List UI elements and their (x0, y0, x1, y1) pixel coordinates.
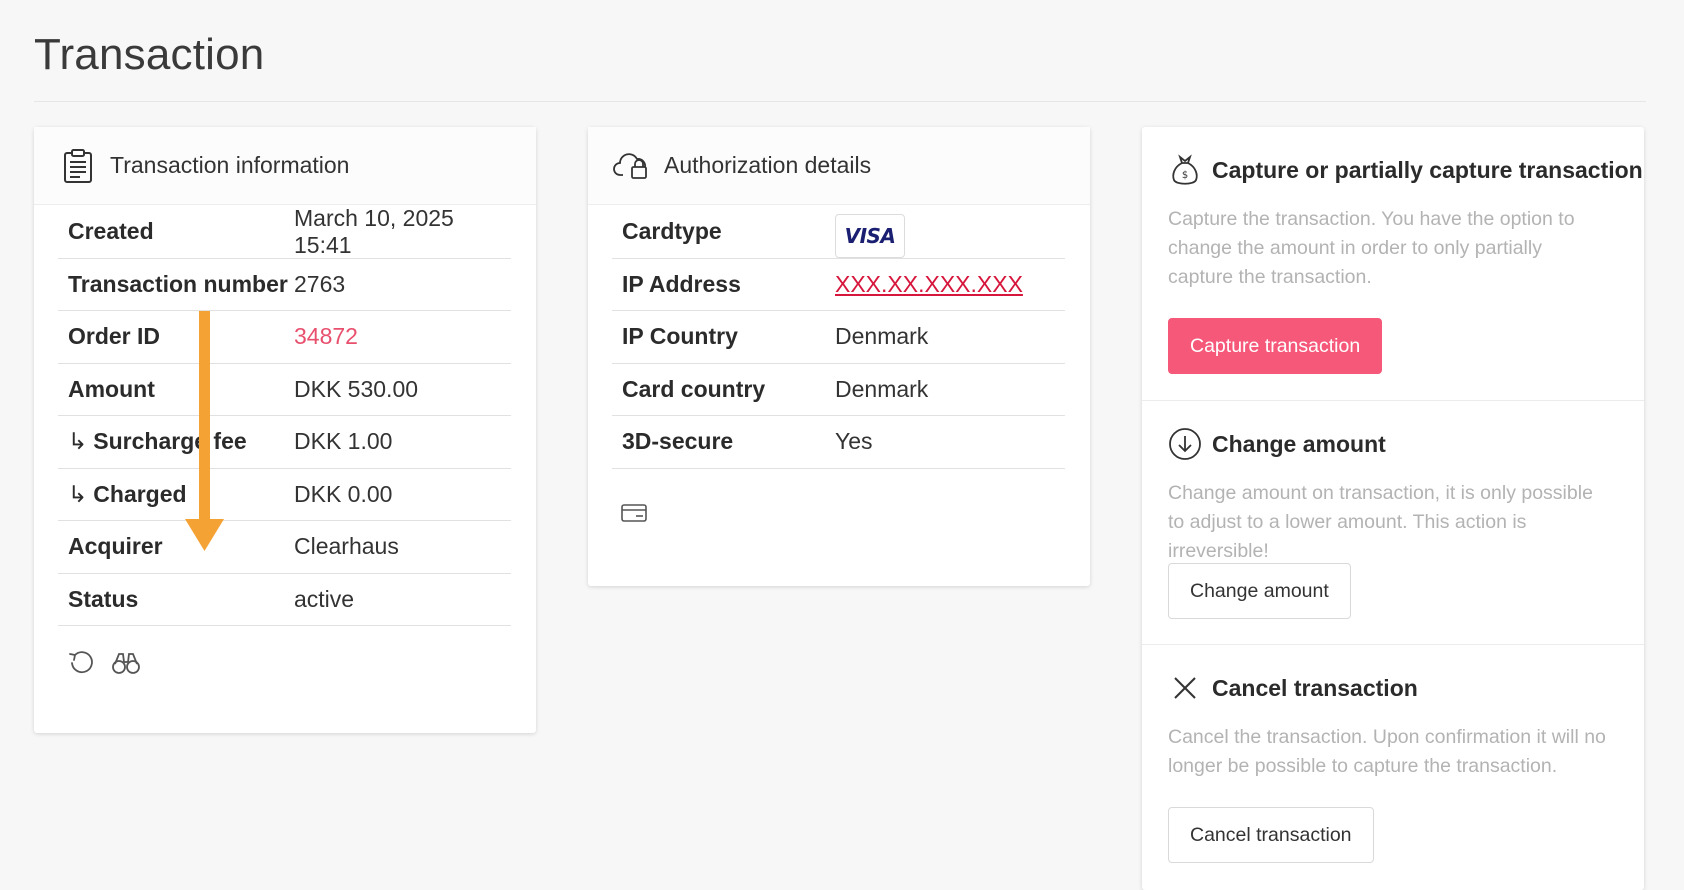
row-label: Amount (68, 375, 155, 402)
section-description: Capture the transaction. You have the op… (1168, 208, 1575, 288)
authorization-details-card: Authorization details Cardtype VISA IP A… (588, 127, 1090, 586)
row-label: Acquirer (68, 533, 163, 560)
cancel-transaction-button[interactable]: Cancel transaction (1168, 807, 1374, 863)
transaction-footer-actions (67, 649, 141, 677)
close-icon (1168, 671, 1202, 705)
table-row: Acquirer Clearhaus (58, 521, 511, 574)
page-title: Transaction (34, 30, 265, 79)
section-header: $ Capture or partially capture transacti… (1168, 153, 1643, 187)
money-bag-icon: $ (1168, 153, 1202, 187)
arrow-down-circle-icon (1168, 427, 1202, 461)
title-divider (34, 101, 1646, 102)
row-value: Yes (835, 428, 873, 455)
capture-transaction-button[interactable]: Capture transaction (1168, 318, 1383, 374)
table-row: 3D-secure Yes (612, 416, 1065, 469)
row-label: ↳ Charged (58, 481, 187, 508)
card-title: Transaction information (110, 152, 350, 178)
row-value: Clearhaus (294, 533, 399, 560)
cancel-section: Cancel transaction Cancel the transactio… (1142, 645, 1644, 890)
row-label: Order ID (68, 323, 161, 350)
refresh-icon[interactable] (67, 649, 95, 677)
table-row: IP Address XXX.XX.XXX.XXX (612, 259, 1065, 311)
section-header: Cancel transaction (1168, 671, 1418, 705)
section-title: Cancel transaction (1212, 674, 1418, 701)
table-row: Cardtype VISA (612, 206, 1065, 259)
row-label: Created (68, 218, 154, 245)
row-label: IP Country (622, 323, 738, 350)
section-description: Change amount on transaction, it is only… (1168, 482, 1593, 562)
transaction-actions-card: $ Capture or partially capture transacti… (1142, 127, 1644, 890)
row-label: ↳ Surcharge fee (58, 428, 247, 455)
row-label: Card country (622, 375, 766, 402)
row-value: DKK 1.00 (294, 428, 393, 455)
table-row: IP Country Denmark (612, 311, 1065, 364)
row-label: Status (68, 585, 139, 612)
row-value: DKK 530.00 (294, 375, 419, 402)
row-value: 2763 (294, 270, 346, 297)
clipboard-icon (58, 146, 98, 186)
row-label: Cardtype (622, 218, 722, 245)
transaction-information-card: Transaction information Created March 10… (34, 127, 536, 733)
change-amount-button[interactable]: Change amount (1168, 563, 1351, 619)
change-amount-section: Change amount Change amount on transacti… (1142, 401, 1644, 645)
credit-card-icon[interactable] (621, 503, 647, 523)
row-label: IP Address (622, 270, 741, 297)
svg-text:$: $ (1182, 170, 1188, 181)
table-row: ↳ Surcharge fee DKK 1.00 (58, 416, 511, 469)
order-id-link[interactable]: 34872 (294, 323, 358, 350)
table-row: Status active (58, 574, 511, 626)
section-header: Change amount (1168, 427, 1386, 461)
section-title: Capture or partially capture transaction (1212, 156, 1643, 183)
visa-logo: VISA (835, 214, 905, 258)
binoculars-icon[interactable] (111, 650, 141, 676)
row-value: DKK 0.00 (294, 480, 393, 507)
row-label: Transaction number (68, 270, 288, 297)
ip-address-link[interactable]: XXX.XX.XXX.XXX (835, 271, 1023, 298)
sub-row-arrow: ↳ (68, 428, 88, 455)
section-title: Change amount (1212, 430, 1386, 457)
table-row: Card country Denmark (612, 364, 1065, 416)
card-title: Authorization details (664, 152, 872, 178)
card-type-value: VISA (835, 214, 905, 258)
card-header: Authorization details (588, 127, 1090, 205)
section-description: Cancel the transaction. Upon confirmatio… (1168, 726, 1606, 777)
capture-section: $ Capture or partially capture transacti… (1142, 127, 1644, 401)
cloud-lock-icon (612, 146, 652, 186)
row-label-text: Charged (93, 480, 187, 507)
authorization-table: Cardtype VISA IP Address XXX.XX.XXX.XXX … (612, 206, 1065, 469)
table-row: Order ID 34872 (58, 311, 511, 364)
table-row: Transaction number 2763 (58, 259, 511, 311)
table-row: Amount DKK 530.00 (58, 364, 511, 416)
sub-row-arrow: ↳ (68, 480, 88, 507)
transaction-info-table: Created March 10, 2025 15:41 Transaction… (58, 204, 511, 626)
table-row: Created March 10, 2025 15:41 (58, 204, 511, 259)
table-row: ↳ Charged DKK 0.00 (58, 469, 511, 521)
row-value: March 10, 2025 15:41 (294, 204, 454, 258)
row-value: active (294, 585, 355, 612)
row-value: Denmark (835, 375, 929, 402)
row-label-text: Surcharge fee (93, 428, 247, 455)
authorization-footer-actions (621, 503, 647, 523)
card-header: Transaction information (34, 127, 536, 205)
row-value: Denmark (835, 323, 929, 350)
row-label: 3D-secure (622, 428, 734, 455)
